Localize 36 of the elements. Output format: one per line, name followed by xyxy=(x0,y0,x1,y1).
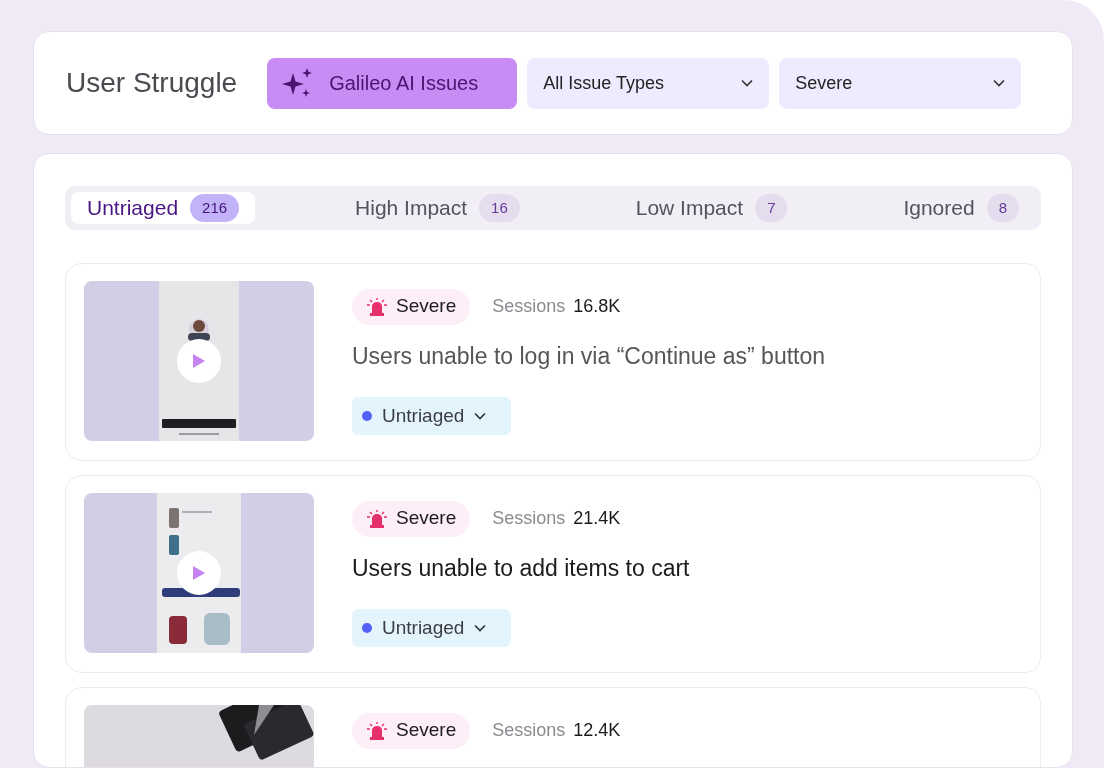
chevron-down-icon xyxy=(741,79,754,87)
severity-badge: Severe xyxy=(352,712,471,749)
severity-badge: Severe xyxy=(352,500,471,537)
count-badge: 16 xyxy=(479,193,520,222)
filter-dropdown[interactable]: Severe xyxy=(779,57,1022,109)
chevron-down-icon xyxy=(474,624,487,632)
sessions-count: 16.8K xyxy=(573,295,621,318)
play-icon xyxy=(192,564,206,581)
play-icon xyxy=(192,352,206,369)
issue-title: Users unable to add items to cart xyxy=(352,553,690,583)
issue-title: Users unable to log in via “Continue as” button xyxy=(352,341,826,371)
filter-dropdown[interactable]: All Issue Types xyxy=(527,57,770,109)
siren-icon xyxy=(366,297,388,316)
sessions-label: Sessions xyxy=(492,295,566,318)
ai-issues-button[interactable]: Galileo AI Issues xyxy=(267,57,518,109)
siren-icon xyxy=(366,721,388,740)
count-badge: 7 xyxy=(755,193,788,222)
sessions-count: 21.4K xyxy=(573,507,621,530)
tab[interactable]: Low Impact 7 xyxy=(619,192,804,224)
status-dropdown[interactable]: Untriaged xyxy=(352,397,511,435)
sessions-label: Sessions xyxy=(492,719,566,742)
status-dropdown[interactable]: Untriaged xyxy=(352,609,511,647)
count-badge: 216 xyxy=(190,193,240,222)
tab[interactable]: Untriaged 216 xyxy=(71,192,256,224)
siren-icon xyxy=(366,509,388,528)
chevron-down-icon xyxy=(993,79,1006,87)
status-dot-icon xyxy=(362,411,372,421)
count-badge: 8 xyxy=(986,193,1019,222)
severity-badge: Severe xyxy=(352,288,471,325)
sessions-count: 12.4K xyxy=(573,719,621,742)
tab[interactable]: High Impact 16 xyxy=(339,192,536,224)
chevron-down-icon xyxy=(474,412,487,420)
status-dot-icon xyxy=(362,623,372,633)
page-title: User Struggle xyxy=(66,66,238,100)
tab[interactable]: Ignored 8 xyxy=(887,192,1035,224)
sessions-label: Sessions xyxy=(492,507,566,530)
